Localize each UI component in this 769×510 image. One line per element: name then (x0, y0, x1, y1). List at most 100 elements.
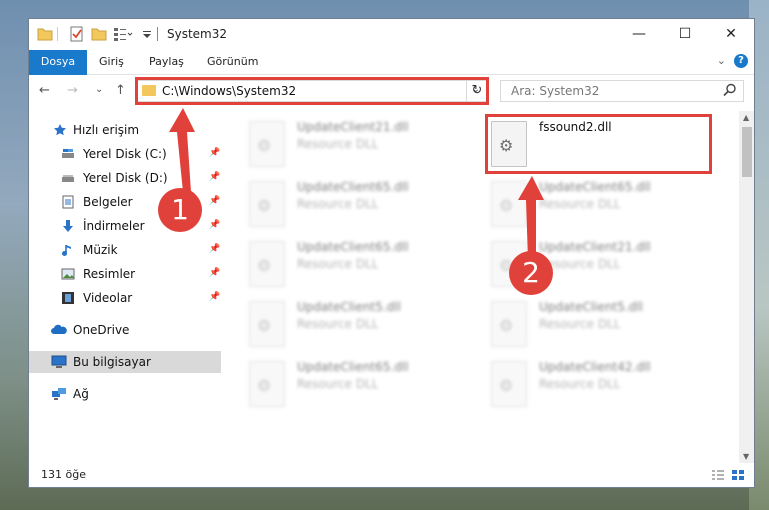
dll-file-icon: ⚙ (249, 241, 285, 287)
file-name: UpdateClient65.dll (297, 360, 409, 374)
new-folder-icon[interactable] (91, 26, 107, 42)
scroll-up-icon[interactable]: ▲ (743, 113, 749, 122)
file-type: Resource DLL (297, 317, 379, 331)
address-bar-highlight (135, 77, 489, 105)
tab-share[interactable]: Paylaş (149, 50, 184, 74)
video-icon (61, 291, 75, 305)
details-view-icon[interactable] (711, 469, 725, 481)
target-file-highlight (485, 114, 712, 174)
search-box[interactable]: Ara: System32 (500, 80, 744, 102)
pin-icon: 📌 (209, 172, 221, 182)
sidebar-item-local-disk-c[interactable]: Yerel Disk (C:) 📌 (29, 143, 221, 165)
title-bar: System32 — ☐ ✕ (29, 19, 754, 49)
forward-button[interactable]: → (67, 83, 78, 98)
step-2-badge: 2 (509, 251, 553, 295)
sidebar-item-videos[interactable]: Videolar 📌 (29, 287, 221, 309)
sidebar-item-label: Videolar (83, 291, 133, 305)
dll-file-icon: ⚙ (249, 121, 285, 167)
maximize-button[interactable]: ☐ (662, 19, 708, 49)
item-count: 131 öğe (41, 468, 86, 481)
dll-file-icon: ⚙ (249, 301, 285, 347)
drive-icon (61, 147, 75, 161)
title-divider (157, 27, 158, 41)
pin-icon: 📌 (209, 220, 221, 230)
dll-file-icon: ⚙ (249, 181, 285, 227)
file-name: UpdateClient21.dll (539, 240, 651, 254)
status-bar: 131 öğe (29, 465, 754, 487)
file-name: UpdateClient42.dll (539, 360, 651, 374)
step-1-badge: 1 (158, 188, 202, 232)
back-button[interactable]: ← (39, 83, 50, 98)
recent-locations-button[interactable]: ⌄ (95, 84, 103, 95)
navigation-pane: Hızlı erişim Yerel Disk (C:) 📌 Yerel Dis… (29, 111, 223, 456)
scroll-down-icon[interactable]: ▼ (743, 452, 749, 461)
sidebar-item-label: Bu bilgisayar (73, 355, 151, 369)
dll-file-icon: ⚙ (491, 361, 527, 407)
file-name: UpdateClient65.dll (297, 240, 409, 254)
pin-icon: 📌 (209, 196, 221, 206)
sidebar-item-label: Müzik (83, 243, 118, 257)
file-item[interactable]: ⚙ UpdateClient42.dll Resource DLL (491, 357, 721, 411)
file-item[interactable]: ⚙ UpdateClient65.dll Resource DLL (249, 177, 479, 231)
network-icon (51, 387, 66, 401)
file-name: UpdateClient5.dll (297, 300, 401, 314)
sidebar-item-label: İndirmeler (83, 219, 145, 233)
file-name: UpdateClient21.dll (297, 120, 409, 134)
download-icon (61, 219, 75, 233)
window-title: System32 (167, 27, 228, 41)
vertical-scrollbar[interactable]: ▲ ▼ (739, 111, 754, 463)
sidebar-item-label: Ağ (73, 387, 89, 401)
toolbar-divider (57, 27, 58, 41)
sidebar-item-music[interactable]: Müzik 📌 (29, 239, 221, 261)
file-type: Resource DLL (297, 377, 379, 391)
dll-file-icon: ⚙ (491, 181, 527, 227)
sidebar-item-network[interactable]: Ağ (29, 383, 221, 405)
sidebar-item-label: Yerel Disk (D:) (83, 171, 168, 185)
sidebar-item-label: Resimler (83, 267, 136, 281)
file-item[interactable]: ⚙ UpdateClient5.dll Resource DLL (249, 297, 479, 351)
sidebar-item-local-disk-d[interactable]: Yerel Disk (D:) 📌 (29, 167, 221, 189)
folder-icon[interactable] (37, 26, 53, 42)
close-button[interactable]: ✕ (708, 19, 754, 49)
file-name: UpdateClient65.dll (297, 180, 409, 194)
dll-file-icon: ⚙ (249, 361, 285, 407)
file-type: Resource DLL (539, 317, 621, 331)
star-icon (53, 123, 67, 137)
file-item[interactable]: ⚙ UpdateClient65.dll Resource DLL (491, 177, 721, 231)
file-name: UpdateClient5.dll (539, 300, 643, 314)
sidebar-item-label: Hızlı erişim (73, 123, 140, 137)
file-type: Resource DLL (539, 377, 621, 391)
pictures-icon (61, 267, 75, 281)
documents-icon (61, 195, 75, 209)
tab-home[interactable]: Giriş (99, 50, 124, 74)
search-placeholder[interactable]: Ara: System32 (511, 84, 599, 98)
sidebar-item-label: Yerel Disk (C:) (83, 147, 167, 161)
pin-icon: 📌 (209, 244, 221, 254)
customize-toolbar-icon[interactable] (141, 26, 153, 42)
cloud-icon (51, 323, 67, 337)
sidebar-item-this-pc[interactable]: Bu bilgisayar (29, 351, 221, 373)
up-button[interactable]: ↑ (115, 83, 126, 98)
sidebar-item-pictures[interactable]: Resimler 📌 (29, 263, 221, 285)
sidebar-item-quick-access[interactable]: Hızlı erişim (29, 119, 221, 141)
ribbon-tabs: Dosya Giriş Paylaş Görünüm ⌄ ? (29, 50, 754, 104)
file-name: UpdateClient65.dll (539, 180, 651, 194)
file-item[interactable]: ⚙ UpdateClient21.dll Resource DLL (249, 117, 479, 171)
sidebar-item-onedrive[interactable]: OneDrive (29, 319, 221, 341)
music-icon (61, 243, 75, 257)
minimize-button[interactable]: — (616, 19, 662, 49)
file-item[interactable]: ⚙ UpdateClient65.dll Resource DLL (249, 237, 479, 291)
sidebar-item-label: Belgeler (83, 195, 133, 209)
ribbon-expand-icon[interactable]: ⌄ (717, 54, 726, 67)
view-options-icon[interactable] (113, 26, 133, 42)
tab-view[interactable]: Görünüm (207, 50, 258, 74)
file-item[interactable]: ⚙ UpdateClient65.dll Resource DLL (249, 357, 479, 411)
dll-file-icon: ⚙ (491, 301, 527, 347)
scroll-thumb[interactable] (742, 127, 752, 177)
large-icons-view-icon[interactable] (731, 469, 745, 481)
file-item[interactable]: ⚙ UpdateClient5.dll Resource DLL (491, 297, 721, 351)
properties-icon[interactable] (69, 26, 85, 42)
search-icon[interactable] (723, 83, 737, 97)
file-type: Resource DLL (297, 257, 379, 271)
help-icon[interactable]: ? (734, 54, 748, 68)
